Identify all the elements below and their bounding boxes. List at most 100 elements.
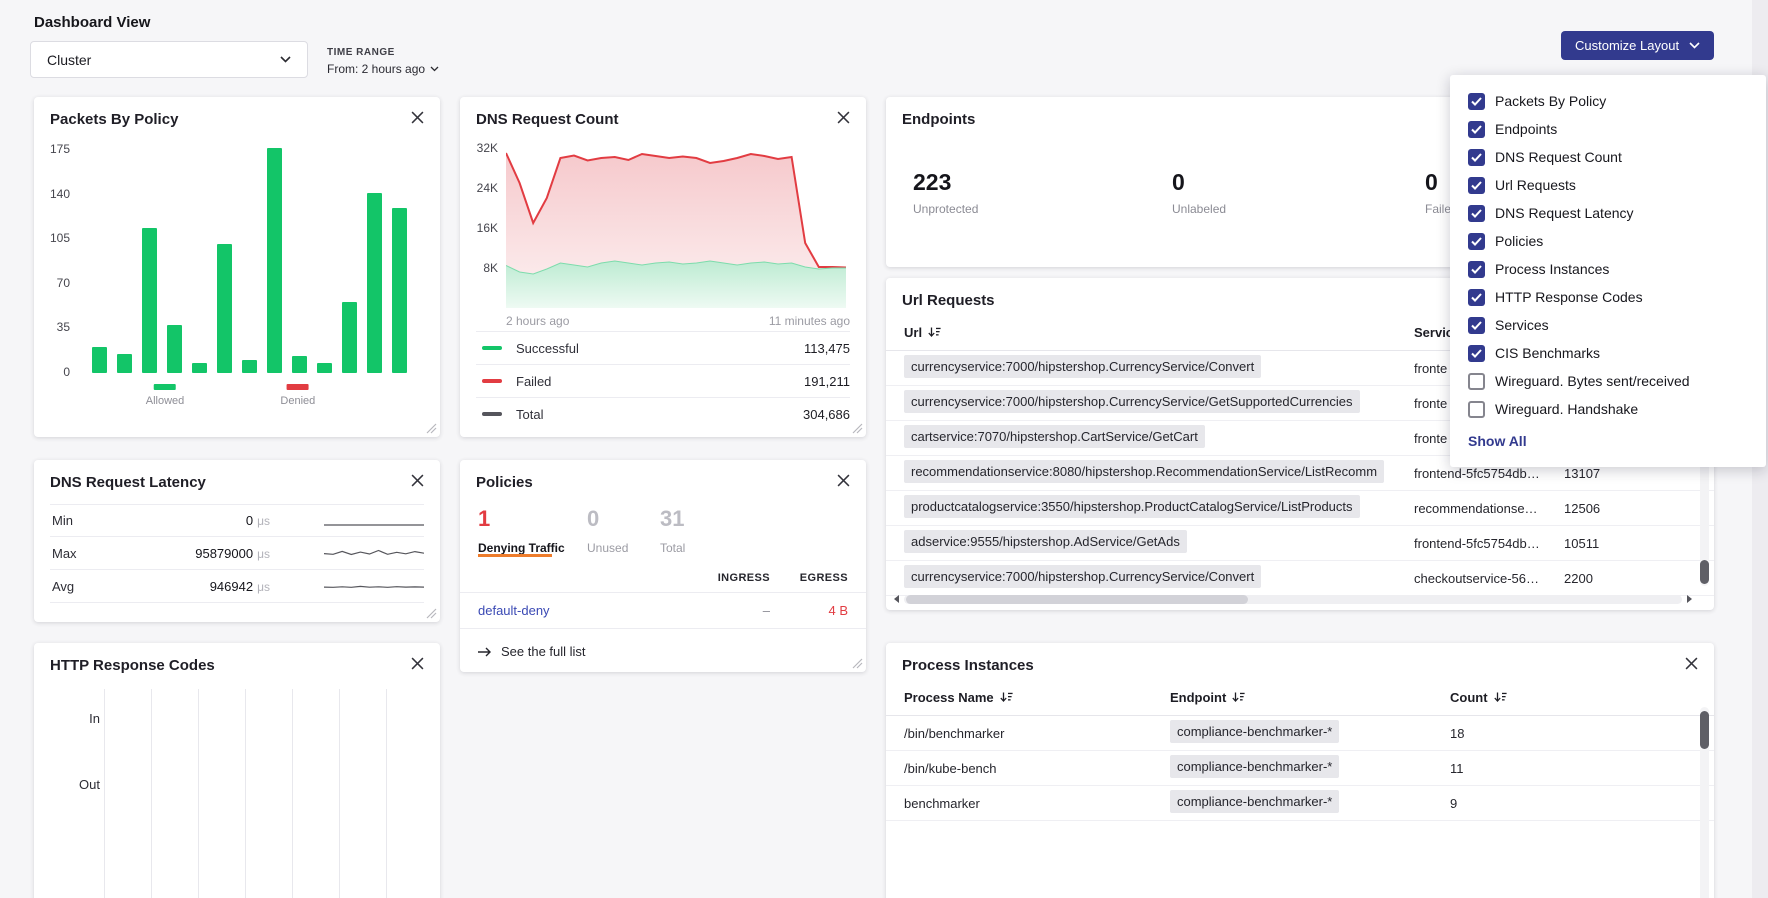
arrow-right-icon	[478, 647, 492, 657]
policy-stat[interactable]: 1Denying Traffic	[478, 506, 565, 555]
close-icon[interactable]	[411, 657, 424, 670]
url-chip[interactable]: productcatalogservice:3550/hipstershop.P…	[904, 495, 1360, 518]
customize-menu-item[interactable]: Process Instances	[1468, 255, 1748, 283]
customize-menu-item[interactable]: Packets By Policy	[1468, 87, 1748, 115]
customize-menu-item[interactable]: DNS Request Latency	[1468, 199, 1748, 227]
checkbox-checked[interactable]	[1468, 345, 1485, 362]
legend-row: Successful113,475	[476, 331, 850, 364]
column-header-endpoint[interactable]: Endpoint	[1170, 690, 1450, 705]
bar	[367, 193, 382, 373]
scroll-right-icon[interactable]	[1687, 595, 1692, 603]
endpoint-chip[interactable]: compliance-benchmarker-*	[1170, 755, 1339, 778]
close-icon[interactable]	[411, 474, 424, 487]
service-cell: recommendationse…	[1414, 501, 1564, 516]
latency-row: Avg946942μs	[50, 570, 424, 603]
customize-menu-item-label: Wireguard. Handshake	[1495, 401, 1638, 417]
customize-menu-item-label: Packets By Policy	[1495, 93, 1606, 109]
scroll-left-icon[interactable]	[894, 595, 899, 603]
close-icon[interactable]	[411, 111, 424, 124]
process-name-cell: /bin/kube-bench	[904, 761, 1170, 776]
endpoint-chip[interactable]: compliance-benchmarker-*	[1170, 720, 1339, 743]
view-selector-value: Cluster	[47, 52, 91, 68]
scrollbar-thumb[interactable]	[1700, 711, 1709, 749]
table-row[interactable]: /bin/benchmarkercompliance-benchmarker-*…	[886, 716, 1714, 751]
checkbox-unchecked[interactable]	[1468, 373, 1485, 390]
sort-icon[interactable]	[1494, 692, 1507, 703]
count-cell: 2200	[1564, 571, 1593, 586]
table-row[interactable]: productcatalogservice:3550/hipstershop.P…	[886, 491, 1714, 526]
table-row[interactable]: default-deny–4 B	[460, 592, 866, 629]
card-title: DNS Request Count	[460, 97, 866, 128]
customize-menu-item[interactable]: Endpoints	[1468, 115, 1748, 143]
time-range-value[interactable]: From: 2 hours ago	[327, 62, 439, 76]
checkbox-checked[interactable]	[1468, 121, 1485, 138]
close-icon[interactable]	[837, 474, 850, 487]
table-row[interactable]: /bin/kube-benchcompliance-benchmarker-*1…	[886, 751, 1714, 786]
latency-row: Max95879000μs	[50, 537, 424, 570]
scrollbar-track[interactable]	[904, 595, 1682, 604]
customize-menu-item[interactable]: CIS Benchmarks	[1468, 339, 1748, 367]
show-all-link[interactable]: Show All	[1468, 433, 1527, 449]
vertical-scrollbar[interactable]	[1700, 707, 1709, 898]
url-chip[interactable]: currencyservice:7000/hipstershop.Currenc…	[904, 565, 1261, 588]
see-full-list-link[interactable]: See the full list	[478, 644, 848, 659]
sort-icon[interactable]	[1000, 692, 1013, 703]
resize-handle[interactable]	[426, 608, 437, 619]
resize-handle[interactable]	[426, 423, 437, 434]
table-row[interactable]: adservice:9555/hipstershop.AdService/Get…	[886, 526, 1714, 561]
url-chip[interactable]: recommendationservice:8080/hipstershop.R…	[904, 460, 1384, 483]
endpoint-chip[interactable]: compliance-benchmarker-*	[1170, 790, 1339, 813]
sparkline	[324, 544, 424, 562]
table-body: default-deny–4 B	[460, 592, 866, 629]
checkbox-checked[interactable]	[1468, 93, 1485, 110]
customize-menu-item[interactable]: DNS Request Count	[1468, 143, 1748, 171]
checkbox-checked[interactable]	[1468, 205, 1485, 222]
customize-menu-item[interactable]: Wireguard. Handshake	[1468, 395, 1748, 423]
url-cell: currencyservice:7000/hipstershop.Currenc…	[904, 355, 1414, 381]
checkbox-checked[interactable]	[1468, 177, 1485, 194]
sort-icon[interactable]	[1232, 692, 1245, 703]
customize-menu-item-label: HTTP Response Codes	[1495, 289, 1643, 305]
card-title: Packets By Policy	[34, 97, 440, 128]
customize-layout-button[interactable]: Customize Layout	[1561, 31, 1714, 60]
checkbox-checked[interactable]	[1468, 289, 1485, 306]
url-chip[interactable]: currencyservice:7000/hipstershop.Currenc…	[904, 390, 1360, 413]
customize-menu-item[interactable]: Url Requests	[1468, 171, 1748, 199]
close-icon[interactable]	[837, 111, 850, 124]
http-chart-grid	[104, 689, 406, 898]
url-chip[interactable]: currencyservice:7000/hipstershop.Currenc…	[904, 355, 1261, 378]
stat-value: 0	[587, 506, 628, 532]
checkbox-checked[interactable]	[1468, 261, 1485, 278]
table-row[interactable]: benchmarkercompliance-benchmarker-*9	[886, 786, 1714, 821]
close-icon[interactable]	[1685, 657, 1698, 670]
customize-menu-item[interactable]: HTTP Response Codes	[1468, 283, 1748, 311]
url-chip[interactable]: adservice:9555/hipstershop.AdService/Get…	[904, 530, 1187, 553]
column-header-count[interactable]: Count	[1450, 690, 1507, 705]
resize-handle[interactable]	[852, 423, 863, 434]
legend-name: Successful	[516, 341, 579, 356]
checkbox-unchecked[interactable]	[1468, 401, 1485, 418]
checkbox-checked[interactable]	[1468, 233, 1485, 250]
checkbox-checked[interactable]	[1468, 317, 1485, 334]
view-selector[interactable]: Cluster	[30, 41, 308, 78]
url-cell: productcatalogservice:3550/hipstershop.P…	[904, 495, 1414, 521]
column-header-url[interactable]: Url	[904, 325, 1414, 340]
horizontal-scrollbar[interactable]	[894, 593, 1692, 605]
customize-menu-item[interactable]: Wireguard. Bytes sent/received	[1468, 367, 1748, 395]
table-row[interactable]: currencyservice:7000/hipstershop.Currenc…	[886, 561, 1714, 596]
customize-menu-item[interactable]: Services	[1468, 311, 1748, 339]
url-chip[interactable]: cartservice:7070/hipstershop.CartService…	[904, 425, 1205, 448]
sort-icon[interactable]	[928, 327, 941, 338]
resize-handle[interactable]	[852, 658, 863, 669]
scrollbar-thumb[interactable]	[1700, 560, 1709, 584]
latency-label: Max	[50, 546, 120, 561]
checkbox-checked[interactable]	[1468, 149, 1485, 166]
latency-unit: μs	[257, 547, 270, 561]
policy-link[interactable]: default-deny	[478, 603, 678, 618]
column-header-process-name[interactable]: Process Name	[904, 690, 1170, 705]
customize-menu-item[interactable]: Policies	[1468, 227, 1748, 255]
y-axis-tick: 175	[48, 142, 70, 156]
x-axis-label-start: 2 hours ago	[506, 314, 569, 328]
card-title: Policies	[460, 460, 866, 491]
scrollbar-thumb[interactable]	[906, 595, 1248, 604]
